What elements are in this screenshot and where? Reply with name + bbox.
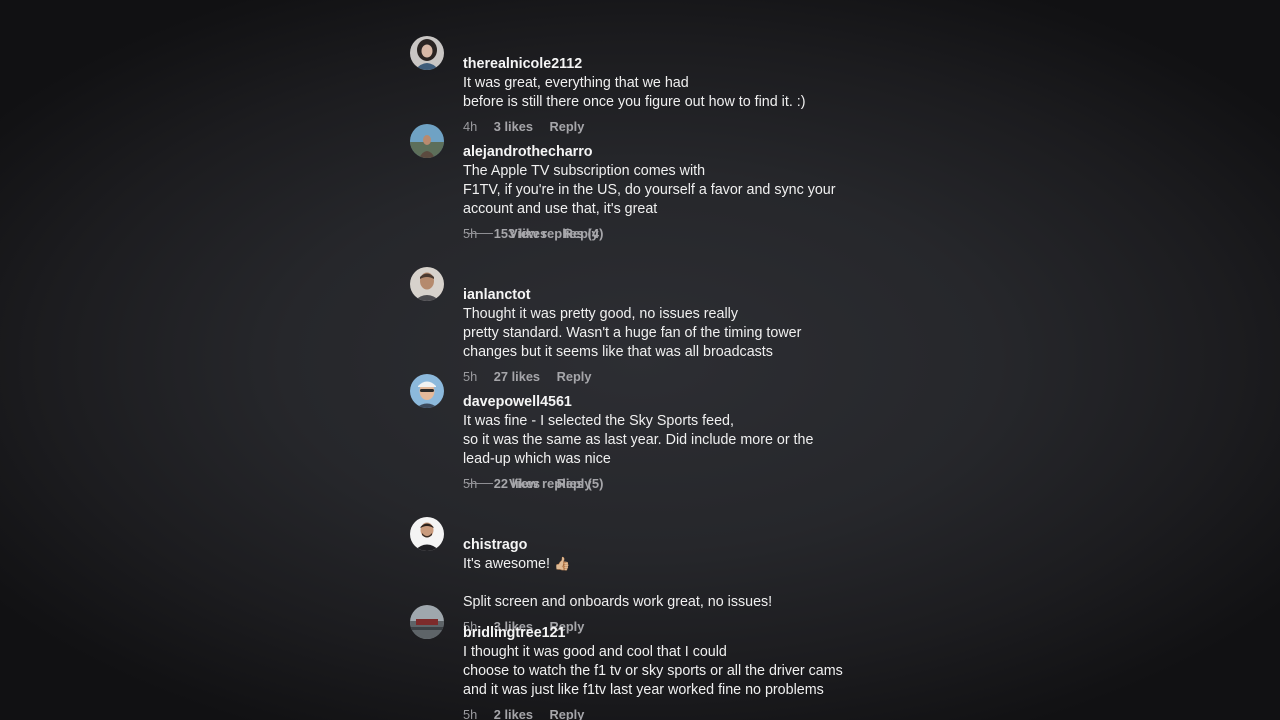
reply-button[interactable]: Reply [550, 707, 585, 720]
view-replies-label: View replies (5) [509, 475, 604, 491]
comment-username[interactable]: ianlanctot [463, 287, 531, 303]
divider-line [467, 482, 493, 484]
user-avatar[interactable] [410, 374, 444, 408]
user-avatar[interactable] [410, 124, 444, 158]
comment-username[interactable]: therealnicole2112 [463, 56, 582, 72]
comments-list: therealnicole2112 It was great, everythi… [410, 0, 890, 720]
comment-likes[interactable]: 2 likes [494, 707, 533, 720]
avatar-photo-icon [410, 605, 444, 639]
view-replies-button[interactable]: View replies (4) [467, 224, 603, 242]
avatar-photo-icon [410, 124, 444, 158]
comment-text: It was fine - I selected the Sky Sports … [463, 413, 814, 467]
avatar-photo-icon [410, 36, 444, 70]
comment-time: 5h [463, 707, 478, 720]
view-replies-label: View replies (4) [509, 225, 604, 241]
avatar-photo-icon [410, 267, 444, 301]
user-avatar[interactable] [410, 605, 444, 639]
user-avatar[interactable] [410, 517, 444, 551]
view-replies-button[interactable]: View replies (5) [467, 474, 603, 492]
comment-username[interactable]: chistrago [463, 537, 527, 553]
comment-text: The Apple TV subscription comes with F1T… [463, 163, 836, 217]
comment-username[interactable]: alejandrothecharro [463, 144, 593, 160]
avatar-photo-icon [410, 517, 444, 551]
comment-text: It's awesome! [463, 556, 554, 572]
user-avatar[interactable] [410, 267, 444, 301]
user-avatar[interactable] [410, 36, 444, 70]
comment-username[interactable]: bridlingtree121 [463, 625, 566, 641]
comment-text: Thought it was pretty good, no issues re… [463, 306, 802, 360]
thumbs-up-icon: 👍🏼 [553, 557, 571, 572]
comment-text: It was great, everything that we had bef… [463, 75, 806, 110]
avatar-photo-icon [410, 374, 444, 408]
comment-username[interactable]: davepowell4561 [463, 394, 572, 410]
divider-line [467, 232, 493, 234]
comment-text: I thought it was good and cool that I co… [463, 644, 843, 698]
